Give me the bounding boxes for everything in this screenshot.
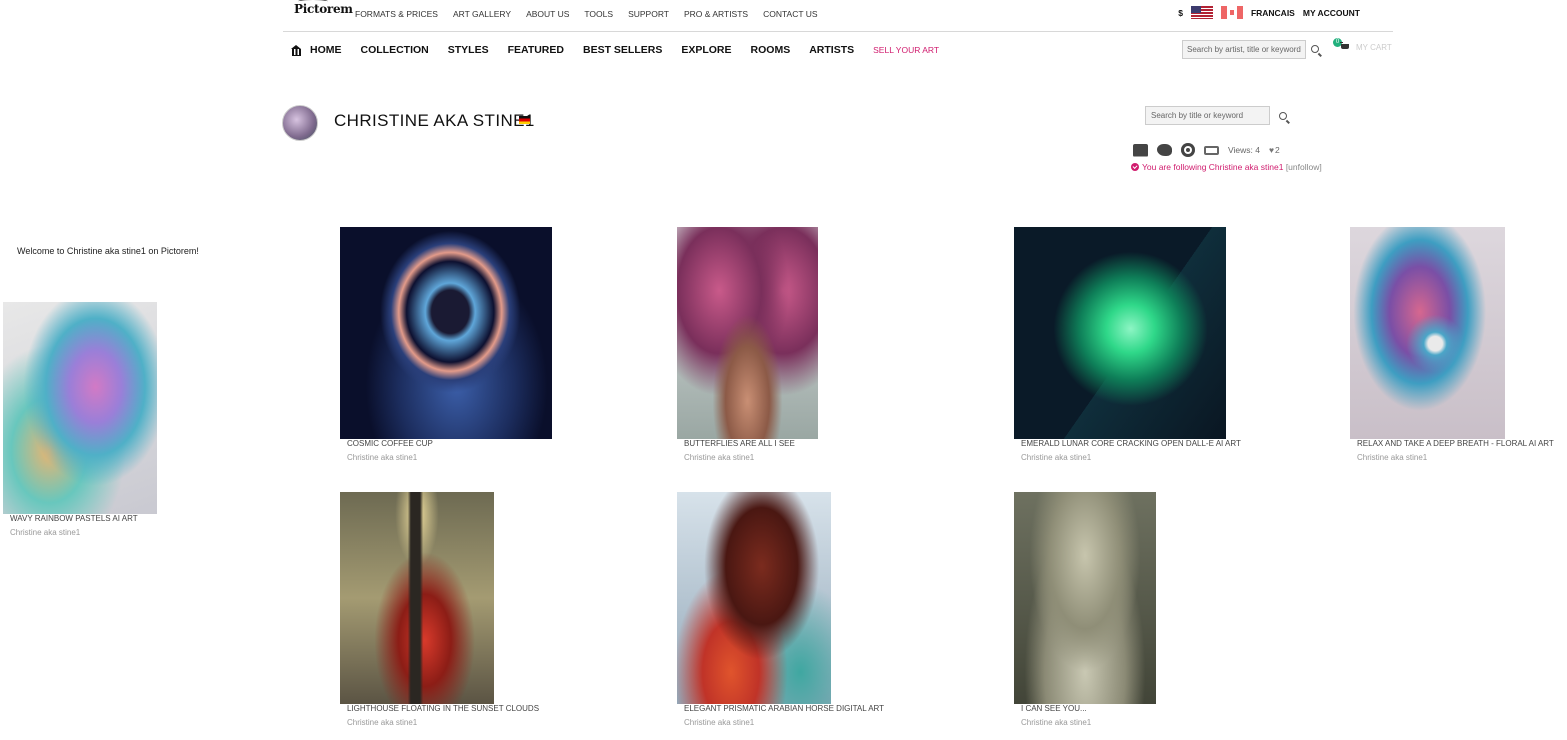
artwork-artist[interactable]: Christine aka stine1	[347, 718, 417, 727]
nav-collection[interactable]: COLLECTION	[361, 44, 429, 56]
artwork-artist[interactable]: Christine aka stine1	[10, 528, 80, 537]
nav-formats-prices[interactable]: FORMATS & PRICES	[355, 9, 438, 19]
nav-best-sellers[interactable]: BEST SELLERS	[583, 44, 662, 56]
artist-avatar	[282, 105, 318, 141]
welcome-message: Welcome to Christine aka stine1 on Picto…	[17, 246, 199, 256]
nav-featured[interactable]: FEATURED	[508, 44, 564, 56]
unfollow-link[interactable]: [unfollow]	[1286, 162, 1322, 172]
nav-explore[interactable]: EXPLORE	[681, 44, 731, 56]
pictorem-logo[interactable]: Pictorem	[294, 2, 353, 16]
currency-selector[interactable]: $	[1178, 8, 1183, 18]
site-search-input[interactable]: Search by artist, title or keyword	[1182, 40, 1306, 59]
artwork-thumbnail[interactable]	[677, 492, 831, 704]
artist-search-icon[interactable]	[1279, 112, 1287, 120]
artwork-thumbnail[interactable]	[3, 302, 157, 514]
artist-name: CHRISTINE AKA STINE1	[334, 111, 535, 130]
nav-art-gallery[interactable]: ART GALLERY	[453, 9, 511, 19]
artist-search-input[interactable]: Search by title or keyword	[1145, 106, 1270, 125]
likes-value: 2	[1275, 145, 1280, 155]
artwork-artist[interactable]: Christine aka stine1	[1357, 453, 1427, 462]
artwork-title[interactable]: BUTTERFLIES ARE ALL I SEE	[684, 439, 795, 448]
nav-support[interactable]: SUPPORT	[628, 9, 669, 19]
views-count: Views: 4	[1228, 145, 1260, 155]
museum-icon	[291, 45, 302, 56]
artwork-title[interactable]: I CAN SEE YOU...	[1021, 704, 1087, 713]
top-bar: Pictorem FORMATS & PRICES ART GALLERY AB…	[283, 0, 1393, 32]
artwork-artist[interactable]: Christine aka stine1	[1021, 718, 1091, 727]
artwork-title[interactable]: ELEGANT PRISMATIC ARABIAN HORSE DIGITAL …	[684, 704, 884, 713]
artwork-title[interactable]: LIGHTHOUSE FLOATING IN THE SUNSET CLOUDS	[347, 704, 539, 713]
website-icon[interactable]	[1204, 145, 1219, 155]
nav-styles[interactable]: STYLES	[448, 44, 489, 56]
nav-rooms[interactable]: ROOMS	[751, 44, 791, 56]
following-status: You are following Christine aka stine1 […	[1131, 162, 1322, 172]
nav-pro-artists[interactable]: PRO & ARTISTS	[684, 9, 748, 19]
artwork-artist[interactable]: Christine aka stine1	[347, 453, 417, 462]
artwork-thumbnail[interactable]	[340, 227, 552, 439]
artwork-thumbnail[interactable]	[677, 227, 818, 439]
my-cart-link[interactable]: MY CART	[1356, 43, 1392, 52]
top-nav: FORMATS & PRICES ART GALLERY ABOUT US TO…	[355, 9, 818, 19]
nav-home-label: HOME	[310, 44, 342, 56]
nav-about-us[interactable]: ABOUT US	[526, 9, 569, 19]
artwork-thumbnail[interactable]	[340, 492, 494, 704]
main-nav: HOME COLLECTION STYLES FEATURED BEST SEL…	[283, 33, 1393, 65]
cart-icon[interactable]	[1340, 42, 1350, 51]
nav-contact-us[interactable]: CONTACT US	[763, 9, 817, 19]
sell-your-art-link[interactable]: SELL YOUR ART	[873, 44, 939, 56]
check-circle-icon	[1131, 163, 1139, 171]
artwork-title[interactable]: EMERALD LUNAR CORE CRACKING OPEN DALL-E …	[1021, 439, 1241, 448]
top-right-controls: $ FRANCAIS MY ACCOUNT	[1178, 6, 1360, 19]
artwork-title[interactable]: RELAX AND TAKE A DEEP BREATH - FLORAL AI…	[1357, 439, 1554, 448]
artwork-artist[interactable]: Christine aka stine1	[1021, 453, 1091, 462]
artwork-artist[interactable]: Christine aka stine1	[684, 718, 754, 727]
likes-count[interactable]: 2	[1269, 145, 1280, 155]
nav-home[interactable]: HOME	[291, 44, 342, 56]
following-text: You are following Christine aka stine1	[1142, 162, 1284, 172]
artwork-artist[interactable]: Christine aka stine1	[684, 453, 754, 462]
us-flag-icon[interactable]	[1190, 6, 1213, 19]
nav-artists[interactable]: ARTISTS	[809, 44, 854, 56]
artwork-thumbnail[interactable]	[1350, 227, 1505, 439]
language-link[interactable]: FRANCAIS	[1251, 8, 1295, 18]
my-account-link[interactable]: MY ACCOUNT	[1303, 8, 1360, 18]
germany-flag-icon	[519, 116, 530, 124]
search-icon[interactable]	[1311, 45, 1319, 53]
nav-tools[interactable]: TOOLS	[584, 9, 613, 19]
artwork-title[interactable]: WAVY RAINBOW PASTELS AI ART	[10, 514, 138, 523]
artwork-title[interactable]: COSMIC COFFEE CUP	[347, 439, 433, 448]
artwork-thumbnail[interactable]	[1014, 227, 1226, 439]
artwork-thumbnail[interactable]	[1014, 492, 1156, 704]
social-bar: Views: 4 2	[1133, 143, 1280, 157]
canada-flag-icon[interactable]	[1220, 6, 1243, 19]
twitter-icon[interactable]	[1157, 144, 1172, 156]
email-icon[interactable]	[1133, 143, 1148, 157]
instagram-icon[interactable]	[1181, 143, 1195, 157]
